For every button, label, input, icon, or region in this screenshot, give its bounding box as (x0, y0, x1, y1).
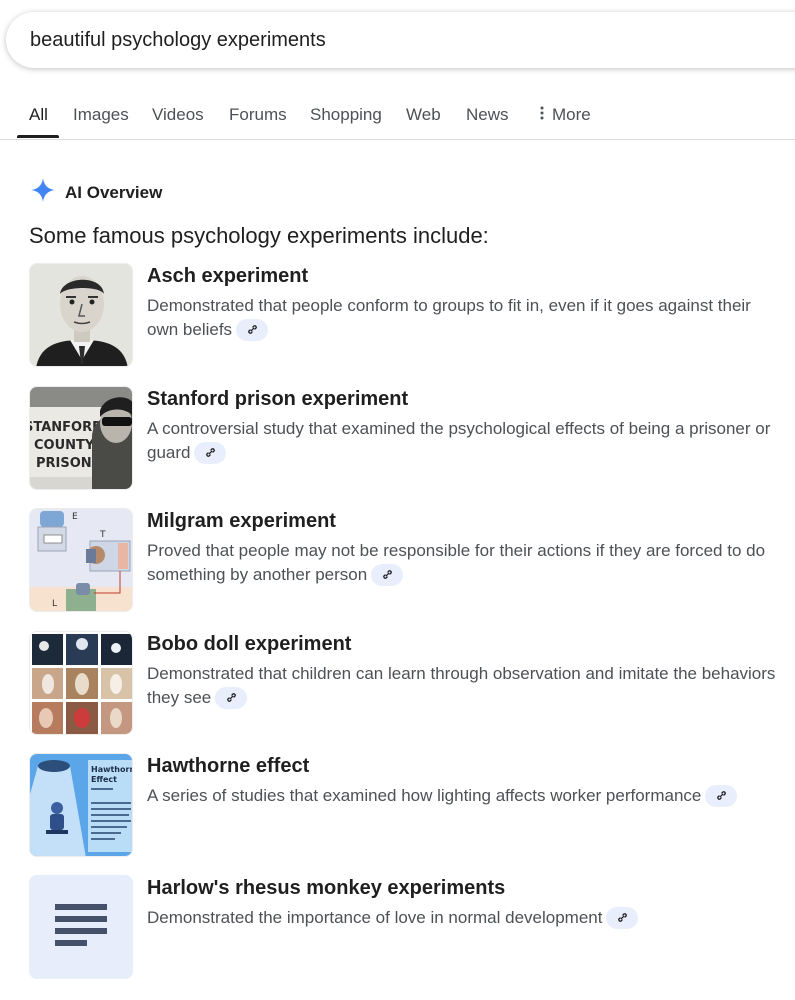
milgram-thumbnail[interactable]: E T L (29, 508, 133, 612)
list-item-asch: Asch experiment Demonstrated that people… (29, 263, 789, 367)
list-item-bobo-doll: Bobo doll experiment Demonstrated that c… (29, 631, 789, 735)
item-description: Demonstrated that people conform to grou… (147, 294, 779, 342)
item-title: Harlow's rhesus monkey experiments (147, 877, 506, 899)
ai-overview-intro: Some famous psychology experiments inclu… (29, 223, 489, 248)
link-icon (382, 570, 392, 579)
source-link-button[interactable] (236, 318, 269, 341)
tab-label: Web (406, 104, 441, 124)
milgram-label-t: T (99, 530, 106, 540)
item-description: A controversial study that examined the … (147, 417, 779, 465)
item-title: Hawthorne effect (147, 755, 310, 777)
search-tabs: All Images Videos Forums Shopping Web Ne… (0, 90, 795, 140)
ai-overview-label: AI Overview (65, 182, 163, 202)
source-link-button[interactable] (215, 686, 248, 709)
item-description: Demonstrated the importance of love in n… (147, 906, 779, 930)
gemini-sparkle-icon (30, 177, 56, 208)
item-title: Milgram experiment (147, 510, 336, 532)
hawthorne-thumbnail[interactable]: Hawthorne Effect (29, 753, 133, 857)
asch-thumbnail[interactable] (29, 263, 133, 367)
tab-label: More (552, 104, 591, 124)
link-icon (226, 693, 236, 702)
item-description: Proved that people may not be responsibl… (147, 539, 779, 587)
item-title: Bobo doll experiment (147, 633, 352, 655)
harlow-thumbnail[interactable] (29, 875, 133, 979)
search-bar[interactable] (6, 12, 795, 68)
item-title: Stanford prison experiment (147, 388, 409, 410)
stanford-thumbnail[interactable]: STANFORD COUNTY PRISON (29, 386, 133, 490)
ai-overview-header: AI Overview (30, 177, 162, 208)
tab-label: All (29, 104, 48, 124)
item-description-text: A series of studies that examined how li… (147, 786, 702, 805)
link-icon (717, 791, 726, 800)
active-tab-indicator (17, 135, 59, 138)
milgram-label-e: E (72, 512, 78, 522)
item-description-text: Proved that people may not be responsibl… (147, 541, 766, 584)
item-description: A series of studies that examined how li… (147, 784, 779, 808)
tab-label: Images (73, 104, 129, 124)
tab-forums[interactable]: Forums (229, 90, 287, 139)
more-vert-icon (540, 105, 544, 125)
item-description-text: Demonstrated the importance of love in n… (147, 908, 603, 927)
tab-web[interactable]: Web (406, 90, 441, 139)
stanford-sign-line3: PRISON (36, 456, 92, 471)
link-icon (247, 325, 257, 334)
tab-more[interactable]: More (540, 90, 591, 139)
document-placeholder-icon (29, 875, 133, 979)
link-icon (206, 448, 215, 457)
search-input[interactable] (30, 28, 730, 52)
stanford-sign-line2: COUNTY (34, 438, 95, 453)
tab-label: News (466, 104, 509, 124)
source-link-button[interactable] (194, 441, 227, 464)
bobo-doll-thumbnail[interactable] (29, 631, 133, 735)
tab-images[interactable]: Images (73, 90, 129, 139)
tab-label: Videos (152, 104, 204, 124)
tab-videos[interactable]: Videos (152, 90, 204, 139)
source-link-button[interactable] (606, 906, 639, 929)
list-item-harlow: Harlow's rhesus monkey experiments Demon… (29, 875, 789, 979)
list-item-stanford: STANFORD COUNTY PRISON Stanford prison e… (29, 386, 789, 490)
tab-shopping[interactable]: Shopping (310, 90, 382, 139)
hawthorne-card-line1: Hawthorne (91, 765, 133, 774)
hawthorne-card-line2: Effect (91, 775, 117, 784)
tab-all[interactable]: All (29, 90, 48, 139)
item-description: Demonstrated that children can learn thr… (147, 662, 779, 710)
milgram-label-l: L (52, 599, 57, 609)
item-title: Asch experiment (147, 265, 309, 287)
tab-news[interactable]: News (466, 90, 509, 139)
source-link-button[interactable] (705, 784, 738, 807)
tab-label: Shopping (310, 104, 382, 124)
link-icon (618, 913, 627, 922)
source-link-button[interactable] (371, 563, 404, 586)
stanford-sign-line1: STANFORD (30, 420, 103, 435)
list-item-milgram: E T L Milgram experiment Proved that peo… (29, 508, 789, 612)
tab-label: Forums (229, 104, 287, 124)
list-item-hawthorne: Hawthorne Effect Hawthorne effect A seri… (29, 753, 789, 857)
item-description-text: A controversial study that examined the … (147, 419, 771, 462)
